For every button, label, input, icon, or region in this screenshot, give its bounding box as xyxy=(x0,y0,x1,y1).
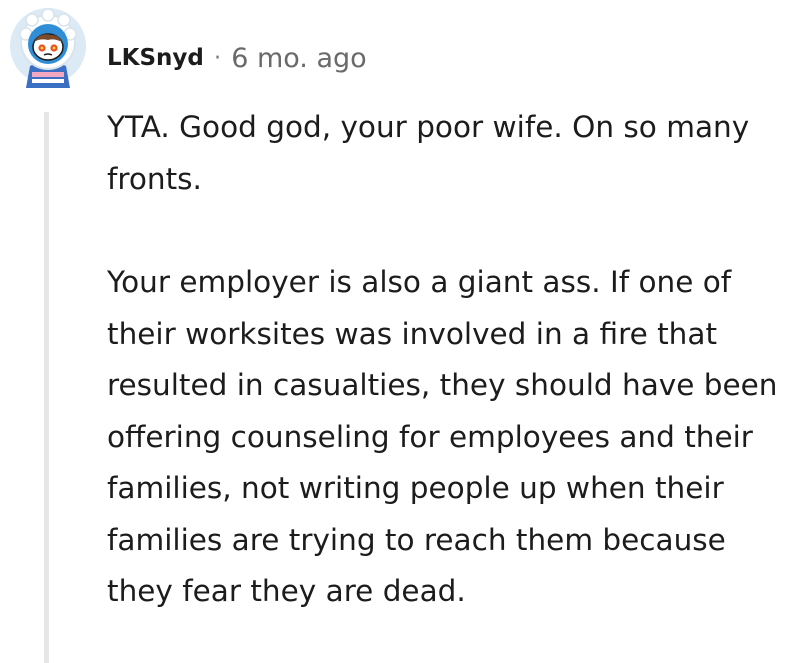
comment-meta: LKSnyd · 6 mo. ago xyxy=(107,38,367,78)
comment: LKSnyd · 6 mo. ago YTA. Good god, your p… xyxy=(0,0,803,663)
timestamp: 6 mo. ago xyxy=(231,42,367,74)
snoo-avatar-icon xyxy=(10,8,86,88)
avatar[interactable] xyxy=(6,4,90,88)
comment-paragraph: Your employer is also a giant ass. If on… xyxy=(107,265,778,608)
comment-paragraph: YTA. Good god, your poor wife. On so man… xyxy=(107,110,750,196)
comment-body: YTA. Good god, your poor wife. On so man… xyxy=(107,102,787,618)
username-link[interactable]: LKSnyd xyxy=(107,45,204,71)
meta-separator: · xyxy=(213,45,222,71)
thread-collapse-line[interactable] xyxy=(44,112,49,663)
